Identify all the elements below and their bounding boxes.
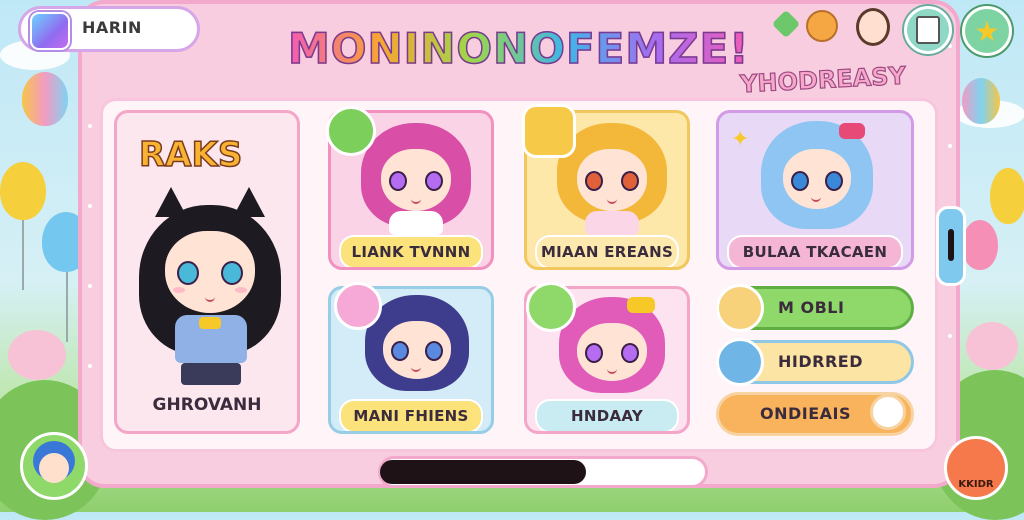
blue-hair-character <box>761 121 873 233</box>
gem-icon <box>30 12 70 50</box>
frame-dot <box>948 334 952 338</box>
kkidr-avatar-button[interactable]: KKIDR <box>944 436 1008 500</box>
ghost-icon <box>870 394 906 430</box>
card-label: MANI FHIENS <box>339 399 483 431</box>
kkidr-label: KKIDR <box>958 479 994 490</box>
featured-name: GHROVANH <box>152 395 262 415</box>
sparkle-icon: ✦ <box>731 127 750 152</box>
game-title: MONINONOFEMZE! <box>287 23 750 74</box>
bow-icon <box>839 123 865 139</box>
featured-character-card[interactable]: RAKS GHROVANH <box>114 110 300 434</box>
eye <box>221 261 243 285</box>
character-body <box>389 211 443 235</box>
balloon-yellow <box>0 162 46 220</box>
hot-air-balloon <box>22 72 68 126</box>
frog-icon[interactable] <box>326 106 376 156</box>
frame-dot <box>88 124 92 128</box>
gift-box-icon[interactable] <box>526 282 576 332</box>
frame-dot <box>948 44 952 48</box>
smiley-icon[interactable] <box>334 282 382 330</box>
eye <box>425 341 443 361</box>
character-body <box>585 211 639 235</box>
balloon-string <box>22 220 24 290</box>
balloon-pink <box>962 220 998 270</box>
card-label: HNDAAY <box>535 399 679 431</box>
frame-dot <box>88 364 92 368</box>
girl-avatar-icon[interactable] <box>856 8 890 46</box>
card-label: BULAA TKACAEN <box>727 235 903 267</box>
frame-dot <box>88 284 92 288</box>
eye <box>585 343 603 363</box>
frame-dot <box>88 204 92 208</box>
notebook-icon[interactable] <box>904 6 952 54</box>
pink-hair-character <box>361 123 471 235</box>
eye <box>425 171 443 191</box>
bell-icon <box>716 338 764 386</box>
balloon-yellow <box>990 168 1024 224</box>
avatar-face <box>39 453 69 483</box>
star-glyph: ★ <box>974 14 1000 48</box>
hot-air-balloon <box>962 78 1000 124</box>
blush <box>173 287 185 293</box>
character-legs <box>181 363 241 385</box>
pink-blob-creature <box>966 322 1018 370</box>
eye <box>621 343 639 363</box>
eye <box>177 261 199 285</box>
card-label: MIAAN EREANS <box>535 235 679 267</box>
side-button-label: M OBLI <box>778 298 845 317</box>
card-label: LIANK TVNNN <box>339 235 483 267</box>
face-icon <box>716 284 764 332</box>
featured-heading: RAKS <box>138 134 243 176</box>
tab-grip <box>948 229 954 261</box>
cat-girl-character <box>135 187 285 387</box>
eye <box>825 171 843 191</box>
eye <box>389 171 407 191</box>
side-button-label: HIDRRED <box>778 352 863 371</box>
side-tab-handle[interactable] <box>936 206 966 286</box>
player-name: HARIN <box>82 18 142 37</box>
character-card-3[interactable]: ✦ BULAA TKACAEN <box>716 110 914 270</box>
blush <box>235 287 247 293</box>
bear-icon[interactable] <box>806 10 838 42</box>
eye <box>585 171 603 191</box>
star-icon[interactable]: ★ <box>962 6 1012 56</box>
side-button-label: ONDIEAIS <box>760 404 852 423</box>
eye <box>391 341 409 361</box>
star-cat-icon[interactable] <box>522 104 576 158</box>
bow-icon <box>199 317 221 329</box>
eye <box>621 171 639 191</box>
scroll-thumb[interactable] <box>380 460 586 484</box>
boy-avatar-icon[interactable] <box>20 432 88 500</box>
pink-blob-creature <box>8 330 66 380</box>
bow-icon <box>627 297 655 313</box>
eye <box>791 171 809 191</box>
frame-dot <box>948 144 952 148</box>
notebook-glyph <box>916 16 940 44</box>
balloon-string <box>66 272 68 342</box>
